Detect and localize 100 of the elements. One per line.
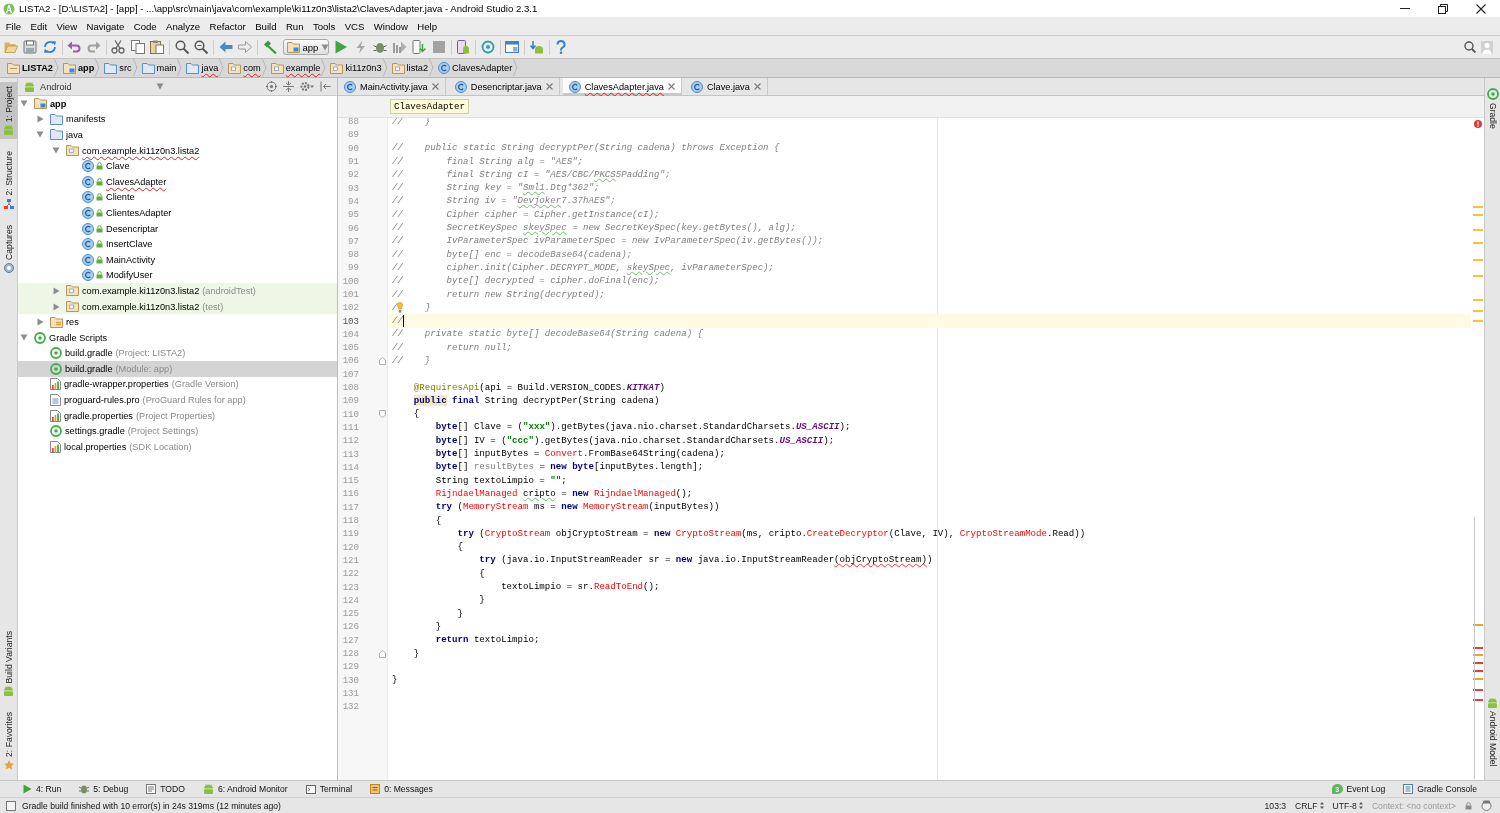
tool-windows-toggle-icon[interactable]	[6, 800, 16, 811]
editor-tab[interactable]: Desencriptar.java	[448, 78, 560, 95]
menu-item[interactable]: Tools	[308, 20, 340, 32]
caret-right-icon[interactable]	[36, 318, 44, 327]
tool-window-tab[interactable]: Android Model	[1485, 693, 1500, 770]
fold-marker-icon[interactable]	[379, 357, 386, 365]
caret-down-icon[interactable]	[20, 334, 28, 342]
caret-position[interactable]: 103:3	[1264, 800, 1287, 811]
menu-item[interactable]: View	[51, 20, 82, 32]
breadcrumb-item[interactable]: java	[186, 59, 229, 77]
lightbulb-icon[interactable]	[397, 302, 404, 314]
tool-window-tab[interactable]: Build Variants	[0, 626, 17, 701]
close-tab-icon[interactable]	[431, 83, 439, 90]
tool-window-button[interactable]: Gradle Console	[1394, 784, 1486, 794]
tree-item[interactable]: Gradle Scripts	[18, 329, 337, 346]
tree-item[interactable]: Clave	[18, 158, 337, 174]
fold-marker-icon[interactable]	[379, 410, 386, 419]
tool-window-tab[interactable]: Captures	[0, 220, 17, 277]
search-icon[interactable]	[1463, 41, 1476, 53]
device-arrow-icon[interactable]	[412, 40, 427, 54]
breadcrumb-item[interactable]: src	[104, 59, 142, 77]
caret-right-icon[interactable]	[52, 302, 60, 311]
breadcrumb-item[interactable]: lista2	[391, 59, 438, 77]
caret-right-icon[interactable]	[52, 286, 60, 295]
menu-item[interactable]: VCS	[339, 20, 370, 32]
head-icon[interactable]	[1481, 800, 1492, 811]
gear-icon[interactable]	[300, 81, 314, 92]
tool-window-tab[interactable]: Gradle	[1485, 84, 1500, 133]
run-config-dropdown[interactable]: app	[282, 39, 329, 55]
close-tab-icon[interactable]	[667, 83, 675, 90]
breadcrumb-item[interactable]: com	[228, 59, 271, 77]
tree-item[interactable]: gradle-wrapper.properties (Gradle Version)	[18, 376, 337, 393]
line-separator-selector[interactable]: CRLF	[1295, 800, 1324, 811]
menu-item[interactable]: File	[1, 20, 26, 32]
close-icon[interactable]	[1476, 3, 1486, 14]
editor-tab[interactable]: ClavesAdapter.java	[562, 78, 682, 95]
breadcrumb-item[interactable]: main	[141, 59, 187, 77]
undo-icon[interactable]	[67, 40, 82, 54]
menu-item[interactable]: Edit	[25, 20, 52, 32]
run-icon[interactable]	[334, 40, 349, 54]
paste-icon[interactable]	[150, 40, 165, 54]
android-download-icon[interactable]	[529, 40, 544, 54]
tool-window-button[interactable]: 0: Messages	[361, 784, 442, 794]
menu-item[interactable]: Build	[250, 20, 282, 32]
cut-icon[interactable]	[111, 40, 126, 54]
menu-item[interactable]: Code	[129, 20, 162, 32]
tool-window-button[interactable]: 4: Run	[14, 784, 71, 794]
bug-icon[interactable]	[373, 40, 388, 54]
window-icon[interactable]	[505, 40, 520, 54]
magnifier-minus-icon[interactable]	[194, 40, 209, 54]
breadcrumb-item[interactable]: LISTA2	[7, 59, 63, 77]
tool-window-tab[interactable]: 2: Structure	[0, 147, 17, 213]
close-tab-icon[interactable]	[753, 83, 761, 90]
tree-item[interactable]: ModifyUser	[18, 267, 337, 284]
close-tab-icon[interactable]	[545, 83, 553, 90]
tree-item[interactable]: app	[18, 96, 337, 112]
tree-item[interactable]: settings.gradle (Project Settings)	[18, 423, 337, 440]
restore-icon[interactable]	[1438, 3, 1448, 14]
editor-tab[interactable]: MainActivity.java	[338, 78, 446, 95]
tool-window-button[interactable]: Terminal	[296, 784, 362, 794]
hammer-icon[interactable]	[262, 40, 277, 54]
bars-arrow-icon[interactable]	[392, 40, 407, 54]
caret-down-icon[interactable]	[36, 131, 44, 139]
encoding-selector[interactable]: UTF-8	[1332, 800, 1363, 811]
menu-item[interactable]: Run	[281, 20, 309, 32]
gradle-sync-icon[interactable]	[480, 40, 495, 54]
forward-arrow-icon[interactable]	[238, 40, 253, 54]
tree-item[interactable]: com.example.ki11z0n3.lista2	[18, 142, 337, 159]
tree-item[interactable]: manifests	[18, 111, 337, 128]
tree-item[interactable]: ClientesAdapter	[18, 205, 337, 221]
save-icon[interactable]	[23, 40, 38, 54]
tree-item[interactable]: java	[18, 127, 337, 143]
hide-panel-icon[interactable]	[320, 81, 331, 92]
collapse-icon[interactable]	[283, 81, 294, 92]
tree-item[interactable]: proguard-rules.pro (ProGuard Rules for app)	[18, 392, 337, 408]
folder-open-icon[interactable]	[3, 40, 18, 54]
error-icon[interactable]	[1473, 120, 1482, 128]
tool-window-button[interactable]: 5: Debug	[70, 784, 138, 794]
caret-right-icon[interactable]	[36, 115, 44, 124]
tree-item[interactable]: MainActivity	[18, 251, 337, 268]
copy-icon[interactable]	[130, 40, 145, 54]
menu-item[interactable]: Window	[369, 20, 413, 32]
fold-marker-icon[interactable]	[379, 649, 386, 658]
tree-item[interactable]: ClavesAdapter	[18, 173, 337, 190]
tree-item[interactable]: res	[18, 314, 337, 330]
stop-icon[interactable]	[431, 40, 446, 54]
breadcrumb-item[interactable]: ClavesAdapter	[438, 59, 523, 77]
target-icon[interactable]	[266, 81, 277, 92]
tree-item[interactable]: com.example.ki11z0n3.lista2 (androidTest)	[18, 283, 337, 299]
sync-icon[interactable]	[42, 40, 57, 54]
menu-item[interactable]: Navigate	[81, 20, 129, 32]
tree-item[interactable]: local.properties (SDK Location)	[18, 439, 337, 455]
menu-item[interactable]: Analyze	[161, 20, 205, 32]
tree-item[interactable]: build.gradle (Project: LISTA2)	[18, 345, 337, 362]
caret-down-icon[interactable]	[20, 100, 28, 108]
menu-item[interactable]: Help	[412, 20, 442, 32]
menu-item[interactable]: Refactor	[204, 20, 251, 32]
breadcrumb-item[interactable]: app	[62, 59, 105, 77]
tool-window-tab[interactable]: 2: Favorites	[0, 708, 17, 774]
breadcrumb-item[interactable]: example	[270, 59, 331, 77]
